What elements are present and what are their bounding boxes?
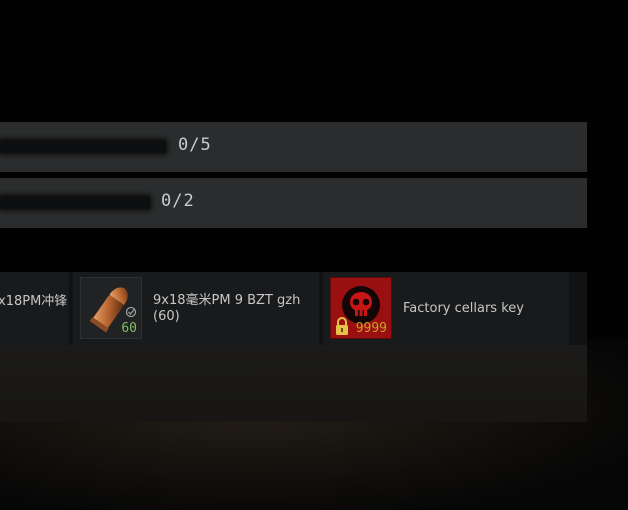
- lower-panel: [0, 344, 587, 422]
- item-tile[interactable]: x18PM冲锋: [0, 272, 69, 345]
- check-icon: [125, 306, 137, 318]
- progress-bar-1: 0/5: [0, 122, 587, 172]
- item-tile[interactable]: 60 9x18毫米PM 9 BZT gzh (60): [73, 272, 319, 345]
- lock-icon: [336, 317, 348, 335]
- item-name: 9x18毫米PM 9 BZT gzh (60): [153, 293, 301, 324]
- item-name: x18PM冲锋: [0, 294, 68, 309]
- item-count: 60: [121, 321, 137, 336]
- progress-track: [0, 196, 150, 209]
- item-strip: x18PM冲锋 60 9x18毫米PM 9 BZT gzh (60) 9999 …: [0, 272, 587, 345]
- item-slot[interactable]: 60: [80, 277, 142, 339]
- progress-track: [0, 140, 166, 153]
- progress-bar-2: 0/2: [0, 178, 587, 228]
- item-name: Factory cellars key: [403, 301, 524, 316]
- progress-count: 0/2: [161, 191, 195, 211]
- item-tile[interactable]: 9999 Factory cellars key: [323, 272, 569, 345]
- item-count: 9999: [355, 321, 387, 336]
- progress-count: 0/5: [178, 135, 212, 155]
- item-slot[interactable]: 9999: [330, 277, 392, 339]
